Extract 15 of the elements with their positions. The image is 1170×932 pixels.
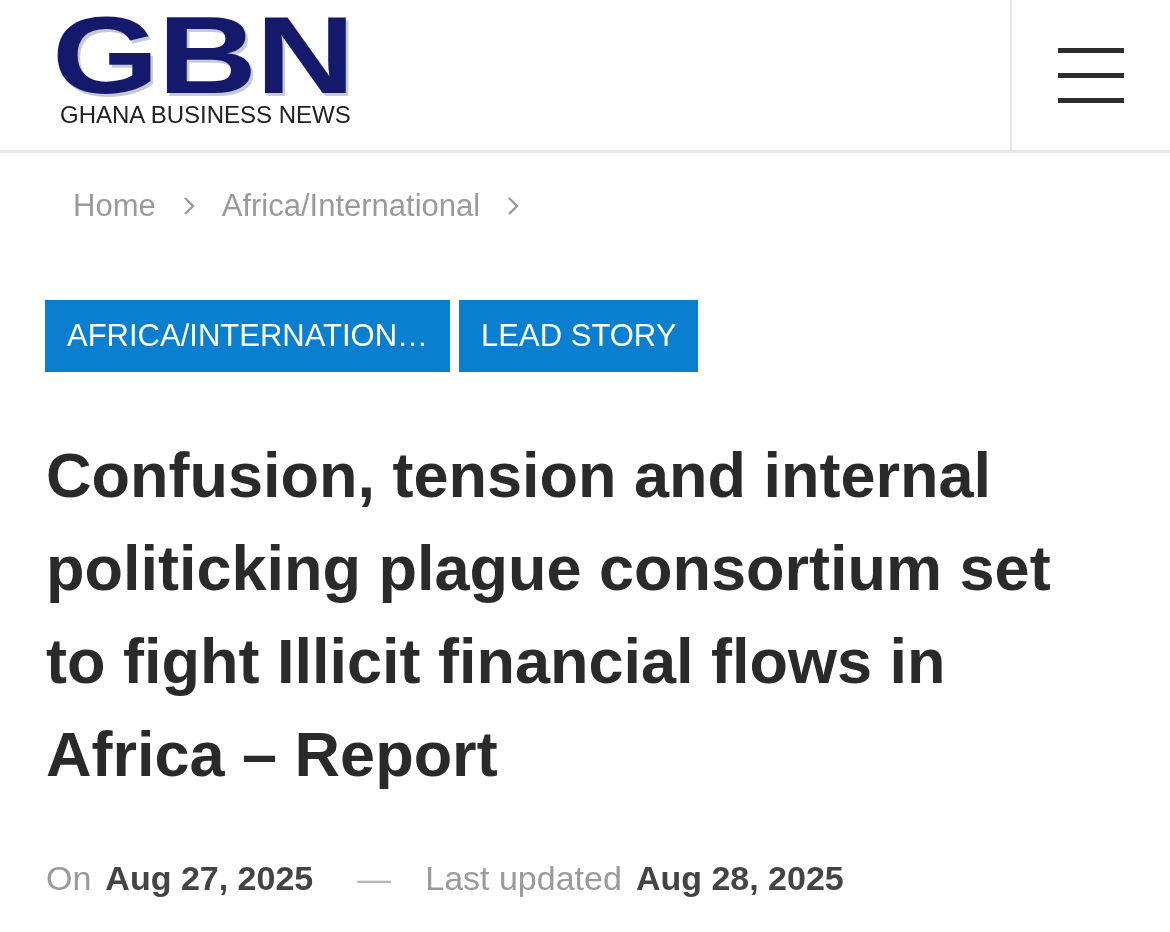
menu-icon [1058,47,1124,103]
breadcrumb-link[interactable]: Home [73,183,156,229]
logo-wordmark[interactable]: GBN [52,10,354,100]
chevron-right-icon [182,196,195,216]
meta-separator: — [357,858,392,898]
updated-date: Aug 28, 2025 [635,858,844,898]
category-tag[interactable]: AFRICA/INTERNATION… [45,300,451,372]
category-tag[interactable]: LEAD STORY [459,300,699,372]
published-date: Aug 27, 2025 [105,858,314,898]
published-label: On [46,858,92,898]
logo-tagline: GHANA BUSINESS NEWS [60,101,351,129]
chevron-right-icon [507,196,520,216]
updated-label: Last updated [425,858,622,898]
article-title: Confusion, tension and internal politicking plague consortium set to fight Illicit financial flows in Africa – Report [46,439,1052,791]
breadcrumb-link[interactable]: Africa/International [221,183,481,229]
